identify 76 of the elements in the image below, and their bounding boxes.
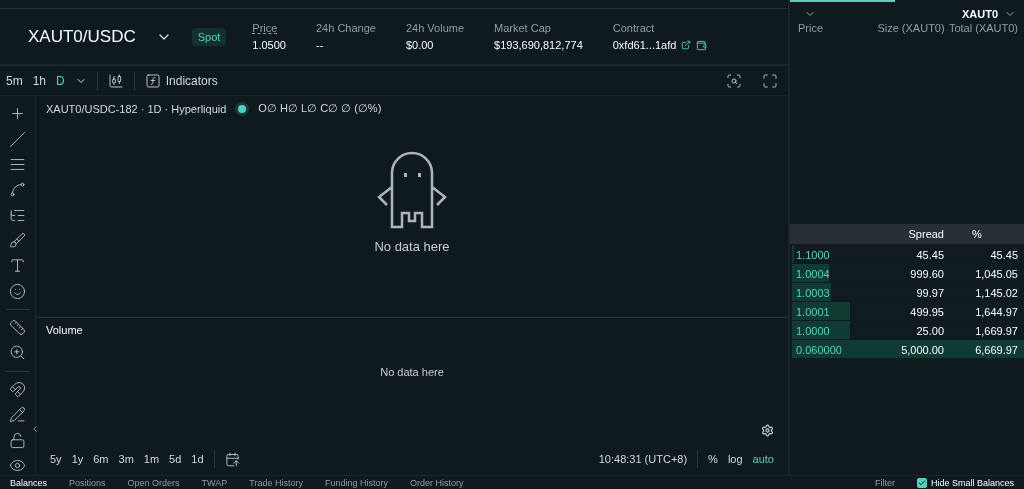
range-option[interactable]: 5y xyxy=(50,453,62,465)
bid-price: 1.0003 xyxy=(796,287,831,299)
bid-size: 499.95 xyxy=(909,306,944,318)
bid-total: 1,045.05 xyxy=(974,268,1018,280)
search-icon[interactable] xyxy=(726,72,742,89)
range-option[interactable]: 6m xyxy=(93,453,109,465)
bid-size: 99.97 xyxy=(915,287,944,299)
indicators-button[interactable]: Indicators xyxy=(144,72,218,89)
bottom-tab[interactable]: Balances xyxy=(10,477,48,488)
function-icon xyxy=(144,72,161,89)
bottom-tab[interactable]: Funding History xyxy=(324,477,388,488)
bid-total: 1,669.97 xyxy=(974,325,1018,337)
interval-option[interactable]: 1h xyxy=(32,73,47,88)
ohlc-values: O∅ H∅ L∅ C∅ ∅ (∅%) xyxy=(258,102,382,115)
bottom-tab[interactable]: Order History xyxy=(410,477,464,488)
volume-label: Volume xyxy=(46,324,84,336)
wallet-icon[interactable] xyxy=(696,39,708,51)
checkbox[interactable] xyxy=(916,477,927,488)
bid-total: 1,145.02 xyxy=(974,287,1018,299)
spot-badge: Spot xyxy=(191,27,227,46)
fullscreen-icon[interactable] xyxy=(762,72,778,89)
empty-message: No data here xyxy=(380,366,444,378)
stat-value: 1.0500 xyxy=(252,39,286,51)
bottom-tab[interactable]: Open Orders xyxy=(127,477,180,488)
range-option[interactable]: 1d xyxy=(191,453,204,465)
spread-label: Spread xyxy=(907,228,944,240)
contract-address: 0xfd61...1afd xyxy=(612,39,677,51)
scale-option[interactable]: auto xyxy=(752,453,774,465)
chart-legend: XAUT0/USDC-182 · 1D · Hyperliquid xyxy=(46,102,227,115)
stat-label: Contract xyxy=(612,22,656,34)
filter-dropdown[interactable]: Filter xyxy=(874,477,895,488)
column-header: Price xyxy=(798,22,825,34)
bid-total: 1,644.97 xyxy=(974,306,1018,318)
interval-option[interactable]: 5m xyxy=(6,73,23,88)
range-option[interactable]: 5d xyxy=(169,453,182,465)
interval-option[interactable]: D xyxy=(56,73,65,88)
stat-label: 24h Volume xyxy=(405,22,465,34)
stat-value: -- xyxy=(316,39,325,51)
stat-label: 24h Change xyxy=(316,22,376,34)
range-option[interactable]: 1y xyxy=(71,453,84,465)
status-dot xyxy=(238,104,247,113)
chart-time: 10:48:31 (UTC+8) xyxy=(598,453,688,465)
bottom-tab[interactable]: Trade History xyxy=(249,477,303,488)
bid-price: 1.0004 xyxy=(796,268,831,280)
bid-price: 1.0000 xyxy=(796,325,831,337)
unit-selector[interactable]: XAUT0 xyxy=(961,8,998,20)
spread-percent: % xyxy=(971,228,983,240)
range-option[interactable]: 1m xyxy=(143,453,160,465)
bid-total: 45.45 xyxy=(989,249,1018,261)
pair-title[interactable]: XAUT0/USDC xyxy=(28,26,136,47)
column-header: Size (XAUT0) xyxy=(876,22,945,34)
stat-value: $0.00 xyxy=(405,39,435,51)
column-header: Total (XAUT0) xyxy=(947,22,1018,34)
stat-label: Price xyxy=(252,22,279,34)
bid-price: 1.0001 xyxy=(796,306,831,318)
collapse-icon[interactable] xyxy=(30,424,40,434)
bid-size: 5,000.00 xyxy=(900,344,944,356)
bottom-tab[interactable]: TWAP xyxy=(201,477,228,488)
calendar-icon[interactable] xyxy=(224,451,240,467)
range-option[interactable]: 3m xyxy=(118,453,134,465)
candlestick-icon[interactable] xyxy=(107,72,124,89)
bid-price: 0.060000 xyxy=(796,344,843,356)
stat-value: $193,690,812,774 xyxy=(494,39,583,51)
bid-size: 25.00 xyxy=(915,325,944,337)
external-link-icon[interactable] xyxy=(681,40,692,50)
bid-total: 6,669.97 xyxy=(974,344,1018,356)
bid-size: 45.45 xyxy=(915,249,944,261)
settings-icon[interactable] xyxy=(761,424,774,437)
stat-label: Market Cap xyxy=(494,22,552,34)
bottom-tab[interactable]: Positions xyxy=(69,477,106,488)
scale-option[interactable]: log xyxy=(727,453,743,465)
checkbox-label: Hide Small Balances xyxy=(930,477,1014,488)
empty-message: No data here xyxy=(374,239,450,254)
scale-option[interactable]: % xyxy=(708,453,718,465)
bid-price: 1.1000 xyxy=(796,249,831,261)
bid-size: 999.60 xyxy=(909,268,944,280)
